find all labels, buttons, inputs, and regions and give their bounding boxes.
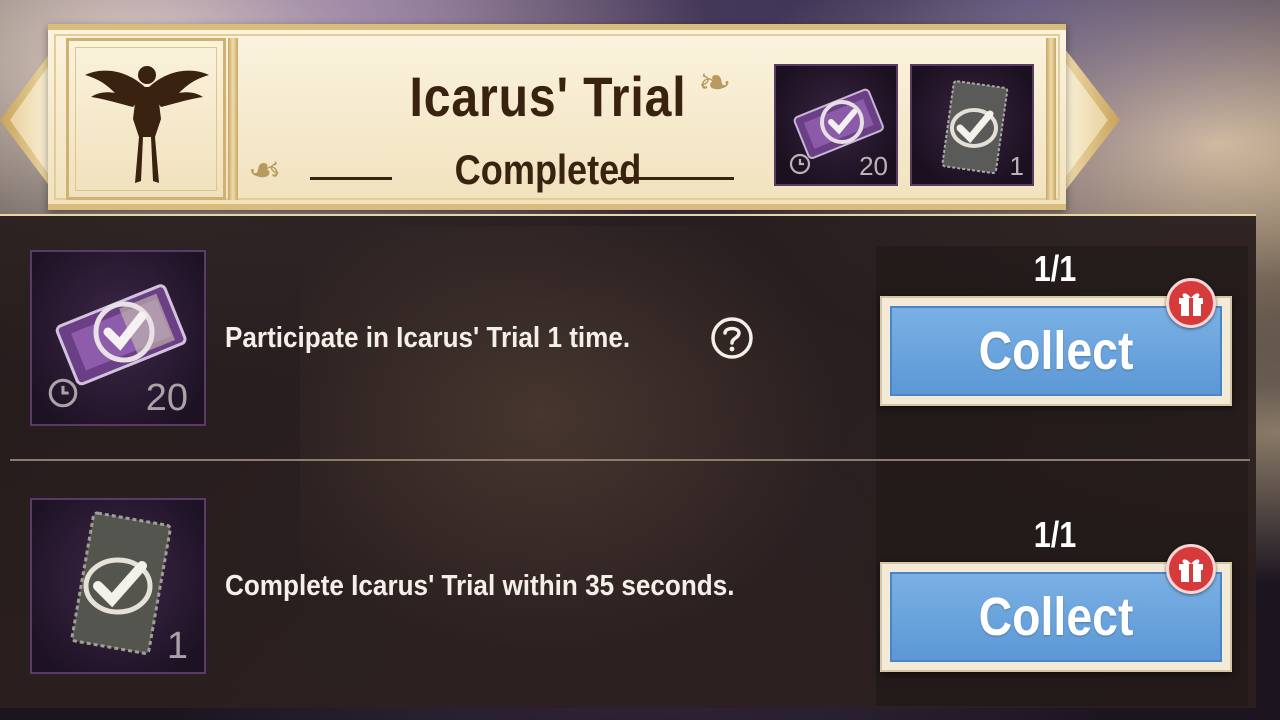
winged-figure-icon <box>85 66 209 183</box>
event-title: Icarus' Trial <box>409 65 687 128</box>
task-progress: 1/1 <box>1033 514 1077 555</box>
task-list-panel: 20 Participate in Icarus' Trial 1 time. … <box>0 214 1256 708</box>
gift-icon <box>1166 278 1216 328</box>
collect-button-label: Collect <box>978 587 1134 647</box>
task-description: Participate in Icarus' Trial 1 time. <box>225 322 631 354</box>
gift-icon <box>1166 544 1216 594</box>
task-progress: 1/1 <box>1033 248 1077 289</box>
row-divider <box>10 459 1250 461</box>
clock-icon <box>789 153 811 175</box>
task-reward-tile[interactable]: 20 <box>30 250 206 426</box>
task-description: Complete Icarus' Trial within 35 seconds… <box>225 570 735 602</box>
banner-divider-right <box>1046 38 1056 200</box>
help-icon[interactable] <box>710 316 754 360</box>
reward-count: 1 <box>1009 151 1024 181</box>
task-row: 20 Participate in Icarus' Trial 1 time. … <box>0 216 1256 446</box>
task-reward-tile[interactable]: 1 <box>30 498 206 674</box>
reward-count: 20 <box>859 151 888 181</box>
reward-count: 20 <box>145 377 188 419</box>
task-row: 1 Complete Icarus' Trial within 35 secon… <box>0 464 1256 694</box>
event-banner: ❧ ❧ Icarus' Trial Completed 20 1 <box>0 18 1120 214</box>
banner-reward-voucher[interactable]: 1 <box>910 64 1034 186</box>
gift-box-glyph <box>1179 559 1203 582</box>
banner-right-arrow-ornament <box>1058 40 1120 200</box>
icarus-emblem-frame <box>66 38 226 200</box>
banner-divider-left <box>228 38 238 200</box>
banner-body: ❧ ❧ Icarus' Trial Completed 20 1 <box>48 24 1066 210</box>
clock-icon <box>48 378 78 408</box>
flourish-ornament: ❧ <box>248 148 282 194</box>
reward-count: 1 <box>166 625 188 667</box>
collect-button-label: Collect <box>978 321 1134 381</box>
gift-box-glyph <box>1179 293 1203 316</box>
event-status: Completed <box>454 146 642 193</box>
banner-reward-ticket[interactable]: 20 <box>774 64 898 186</box>
